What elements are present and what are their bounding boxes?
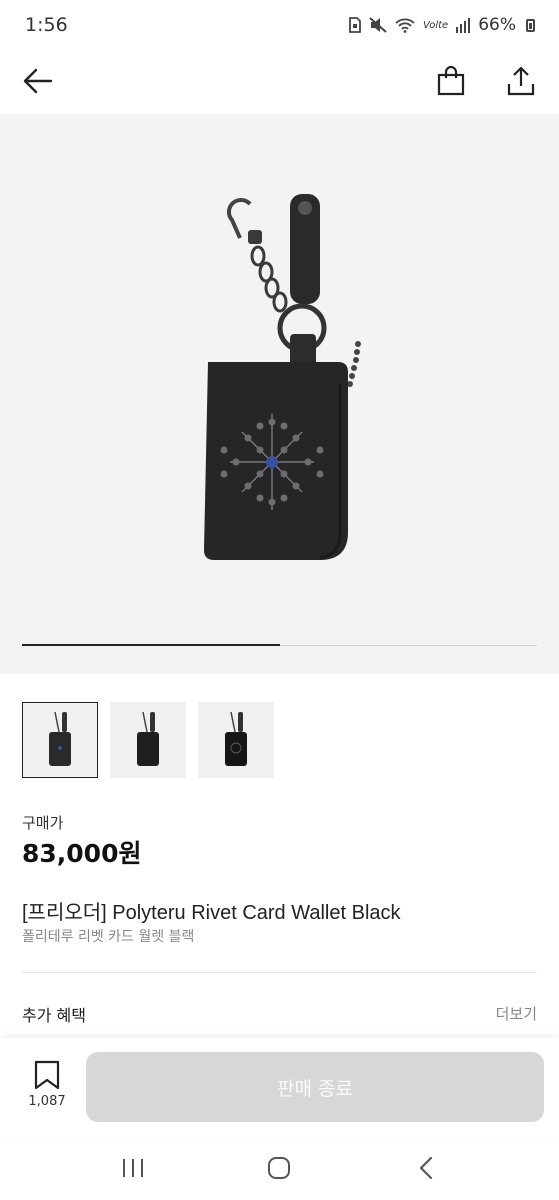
home-icon	[268, 1157, 291, 1179]
product-subtitle: 폴리테루 리벳 카드 월렛 블랙	[22, 929, 195, 945]
thumbnail-image	[49, 711, 71, 766]
home-button[interactable]	[254, 1148, 304, 1188]
product-price: 83,000원	[22, 839, 142, 868]
sim-icon	[349, 17, 361, 33]
sale-ended-button[interactable]: 판매 종료	[86, 1052, 544, 1122]
recent-apps-button[interactable]	[108, 1148, 158, 1188]
status-time: 1:56	[25, 14, 68, 36]
back-arrow-icon	[23, 68, 53, 94]
gallery-progress-track	[22, 644, 537, 646]
signal-icon	[456, 18, 471, 33]
battery-percent: 66%	[478, 15, 516, 35]
share-icon	[507, 66, 535, 96]
back-button[interactable]	[20, 63, 56, 99]
bookmark-icon	[34, 1060, 60, 1090]
thumbnail-image	[225, 711, 247, 766]
status-bar: 1:56 Volte 66%	[0, 0, 559, 50]
benefits-label: 추가 혜택	[22, 1006, 86, 1025]
battery-icon	[526, 18, 535, 32]
product-image	[204, 194, 361, 560]
thumbnail-1[interactable]	[22, 702, 98, 778]
mute-icon	[369, 17, 387, 33]
bookmark-count: 1,087	[28, 1094, 66, 1109]
thumbnail-3[interactable]	[198, 702, 274, 778]
system-back-button[interactable]	[401, 1148, 451, 1188]
carrier-label: Volte	[422, 19, 449, 31]
product-image-gallery[interactable]	[0, 114, 559, 674]
back-icon	[419, 1156, 432, 1180]
more-link[interactable]: 더보기	[496, 1003, 537, 1024]
recent-apps-icon	[123, 1159, 144, 1177]
cart-button[interactable]	[433, 63, 469, 99]
bottom-action-bar: 1,087 판매 종료	[0, 1038, 559, 1136]
thumbnail-image	[137, 711, 159, 766]
system-nav-bar	[0, 1136, 559, 1200]
share-button[interactable]	[503, 63, 539, 99]
price-label: 구매가	[22, 814, 64, 832]
wifi-icon	[395, 18, 415, 33]
product-title: [프리오더] Polyteru Rivet Card Wallet Black	[22, 902, 401, 924]
thumbnail-strip	[22, 702, 274, 778]
thumbnail-2[interactable]	[110, 702, 186, 778]
app-bar	[0, 50, 559, 112]
divider	[22, 972, 537, 973]
shopping-bag-icon	[437, 66, 465, 96]
gallery-progress-indicator	[22, 644, 280, 646]
status-icons: Volte 66%	[349, 15, 535, 35]
bookmark-button[interactable]: 1,087	[22, 1060, 72, 1109]
